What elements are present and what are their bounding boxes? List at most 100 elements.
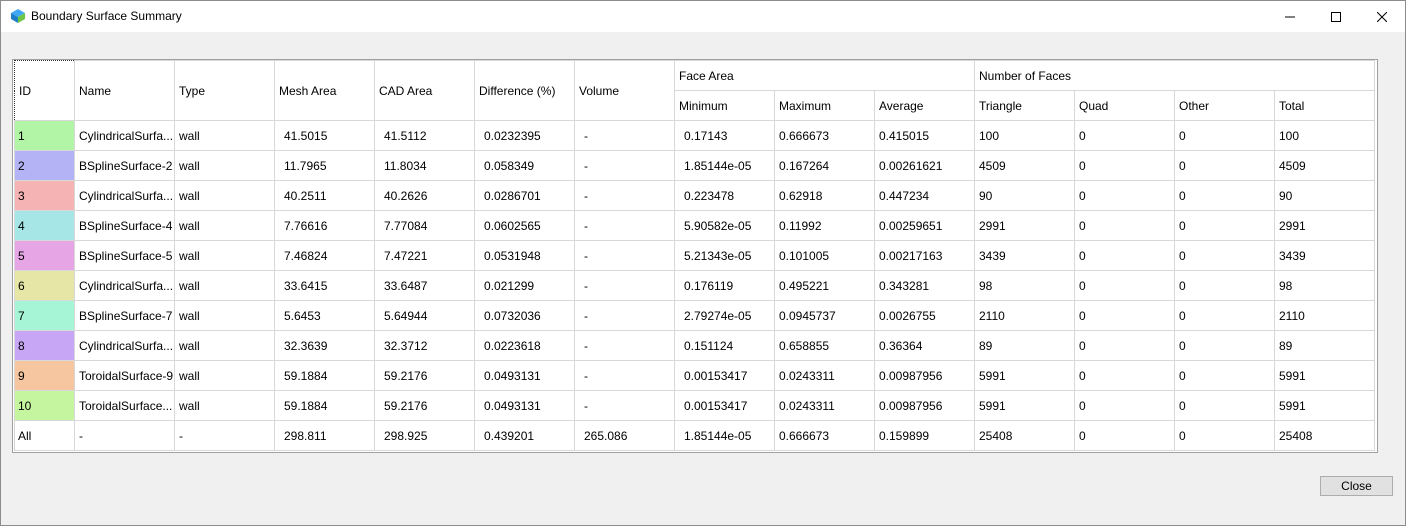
header-type[interactable]: Type bbox=[174, 60, 275, 121]
table-row[interactable]: 5 BSplineSurface-5 wall 7.46824 7.47221 0.053… bbox=[14, 240, 1376, 271]
table-row[interactable]: 6 CylindricalSurfa... wall 33.6415 33.6487 0.… bbox=[14, 270, 1376, 301]
header-total[interactable]: Total bbox=[1273, 90, 1376, 121]
table-row[interactable]: 2 BSplineSurface-2 wall 11.7965 11.8034 0.058… bbox=[14, 150, 1376, 181]
cell-quad: 0 bbox=[1074, 180, 1175, 211]
cell-face-area-max: 0.495221 bbox=[774, 270, 875, 301]
header-average[interactable]: Average bbox=[874, 90, 975, 121]
header-maximum[interactable]: Maximum bbox=[774, 90, 875, 121]
cell-name: BSplineSurface-2 bbox=[74, 150, 175, 181]
cell-mesh-area: 41.5015 bbox=[274, 120, 375, 151]
cell-type: wall bbox=[174, 180, 275, 211]
cell-other: 0 bbox=[1174, 120, 1275, 151]
window-title: Boundary Surface Summary bbox=[31, 9, 182, 23]
cell-id: 5 bbox=[14, 240, 75, 271]
cell-face-area-max: 0.0243311 bbox=[774, 360, 875, 391]
header-id[interactable]: ID bbox=[14, 60, 75, 121]
cell-volume: - bbox=[574, 360, 675, 391]
cell-name: CylindricalSurfa... bbox=[74, 180, 175, 211]
cell-other: 0 bbox=[1174, 180, 1275, 211]
cell-face-area-avg: 0.00261621 bbox=[874, 150, 975, 181]
cell-id: 6 bbox=[14, 270, 75, 301]
cell-triangle: 3439 bbox=[974, 240, 1075, 271]
cell-other: 0 bbox=[1174, 360, 1275, 391]
cell-mesh-area: 5.6453 bbox=[274, 300, 375, 331]
cell-cad-area: 7.47221 bbox=[374, 240, 475, 271]
header-other[interactable]: Other bbox=[1174, 90, 1275, 121]
header-cad-area[interactable]: CAD Area bbox=[374, 60, 475, 121]
close-button[interactable]: Close bbox=[1320, 476, 1393, 496]
maximize-button[interactable] bbox=[1313, 1, 1359, 32]
table-row[interactable]: 4 BSplineSurface-4 wall 7.76616 7.77084 0.060… bbox=[14, 210, 1376, 241]
header-quad[interactable]: Quad bbox=[1074, 90, 1175, 121]
table-row[interactable]: 3 CylindricalSurfa... wall 40.2511 40.2626 0.… bbox=[14, 180, 1376, 211]
cell-quad: 0 bbox=[1074, 240, 1175, 271]
cell-triangle: 90 bbox=[974, 180, 1075, 211]
cell-volume: - bbox=[574, 270, 675, 301]
cell-face-area-min: 0.00153417 bbox=[674, 360, 775, 391]
cell-volume: - bbox=[574, 150, 675, 181]
cell-total: 5991 bbox=[1273, 360, 1376, 391]
table-row[interactable]: 9 ToroidalSurface-9 wall 59.1884 59.2176 0.04… bbox=[14, 360, 1376, 391]
cell-face-area-avg: 0.00217163 bbox=[874, 240, 975, 271]
dialog-window: Boundary Surface Summary ID Name Type Me… bbox=[0, 0, 1406, 526]
cell-volume: - bbox=[574, 390, 675, 421]
header-face-area[interactable]: Face Area bbox=[674, 60, 975, 91]
cell-type: wall bbox=[174, 270, 275, 301]
header-name[interactable]: Name bbox=[74, 60, 175, 121]
cell-difference: 0.0286701 bbox=[474, 180, 575, 211]
cell-face-area-avg: 0.343281 bbox=[874, 270, 975, 301]
cell-face-area-max: 0.666673 bbox=[774, 120, 875, 151]
cell-face-area-avg: 0.36364 bbox=[874, 330, 975, 361]
cell-type: wall bbox=[174, 390, 275, 421]
cell-total: 25408 bbox=[1273, 420, 1376, 451]
cell-face-area-min: 2.79274e-05 bbox=[674, 300, 775, 331]
cell-other: 0 bbox=[1174, 390, 1275, 421]
header-mesh-area[interactable]: Mesh Area bbox=[274, 60, 375, 121]
cell-total: 2991 bbox=[1273, 210, 1376, 241]
minimize-button[interactable] bbox=[1267, 1, 1313, 32]
header-minimum[interactable]: Minimum bbox=[674, 90, 775, 121]
table-row[interactable]: 8 CylindricalSurfa... wall 32.3639 32.3712 0.… bbox=[14, 330, 1376, 361]
summary-table: ID Name Type Mesh Area CAD Area Differen… bbox=[14, 60, 1376, 451]
cell-name: CylindricalSurfa... bbox=[74, 330, 175, 361]
cell-face-area-min: 1.85144e-05 bbox=[674, 150, 775, 181]
cell-mesh-area: 7.46824 bbox=[274, 240, 375, 271]
cell-difference: 0.0602565 bbox=[474, 210, 575, 241]
cell-triangle: 2110 bbox=[974, 300, 1075, 331]
cell-triangle: 25408 bbox=[974, 420, 1075, 451]
cell-type: wall bbox=[174, 300, 275, 331]
cell-quad: 0 bbox=[1074, 390, 1175, 421]
cell-id: 1 bbox=[14, 120, 75, 151]
cell-volume: - bbox=[574, 240, 675, 271]
cell-total: 89 bbox=[1273, 330, 1376, 361]
cell-face-area-avg: 0.00987956 bbox=[874, 360, 975, 391]
cell-volume: 265.086 bbox=[574, 420, 675, 451]
cell-face-area-avg: 0.447234 bbox=[874, 180, 975, 211]
header-difference[interactable]: Difference (%) bbox=[474, 60, 575, 121]
table-row[interactable]: 7 BSplineSurface-7 wall 5.6453 5.64944 0.0732… bbox=[14, 300, 1376, 331]
cell-face-area-min: 1.85144e-05 bbox=[674, 420, 775, 451]
header-triangle[interactable]: Triangle bbox=[974, 90, 1075, 121]
cell-face-area-max: 0.658855 bbox=[774, 330, 875, 361]
table-row[interactable]: 1 CylindricalSurfa... wall 41.5015 41.5112 0.… bbox=[14, 120, 1376, 151]
cell-other: 0 bbox=[1174, 270, 1275, 301]
cell-name: ToroidalSurface-9 bbox=[74, 360, 175, 391]
cell-difference: 0.0493131 bbox=[474, 390, 575, 421]
table-row[interactable]: All - -298.811 298.925 0.439201 265.086 1.8514… bbox=[14, 420, 1376, 451]
cell-id: 8 bbox=[14, 330, 75, 361]
cell-id: 4 bbox=[14, 210, 75, 241]
title-bar: Boundary Surface Summary bbox=[1, 1, 1405, 32]
cell-type: wall bbox=[174, 210, 275, 241]
cell-triangle: 89 bbox=[974, 330, 1075, 361]
cell-face-area-max: 0.11992 bbox=[774, 210, 875, 241]
cell-face-area-min: 0.223478 bbox=[674, 180, 775, 211]
header-number-of-faces[interactable]: Number of Faces bbox=[973, 60, 1376, 91]
app-logo-icon bbox=[11, 9, 25, 23]
header-volume[interactable]: Volume bbox=[574, 60, 675, 121]
close-window-button[interactable] bbox=[1359, 1, 1405, 32]
table-row[interactable]: 10 ToroidalSurface... wall 59.1884 59.2176 0.… bbox=[14, 390, 1376, 421]
cell-mesh-area: 59.1884 bbox=[274, 390, 375, 421]
cell-total: 100 bbox=[1273, 120, 1376, 151]
cell-type: wall bbox=[174, 360, 275, 391]
cell-name: BSplineSurface-7 bbox=[74, 300, 175, 331]
